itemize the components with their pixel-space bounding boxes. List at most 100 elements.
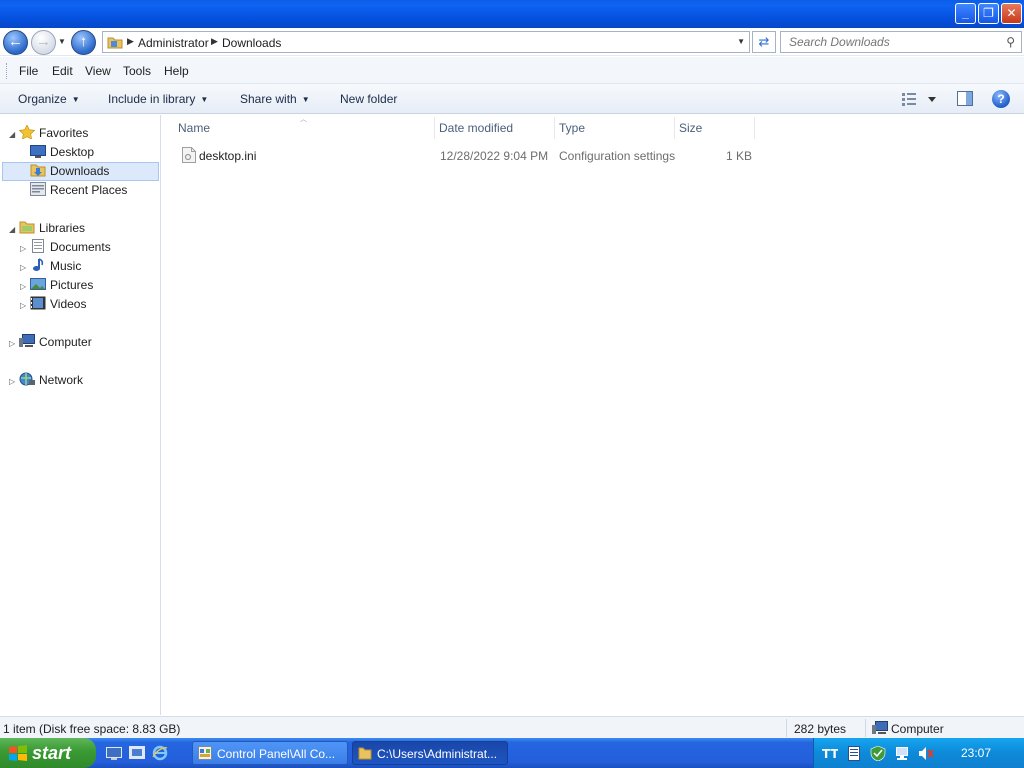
preview-pane-icon[interactable] (957, 91, 973, 106)
language-bar-icon[interactable]: TT (822, 746, 838, 761)
expanded-arrow-icon[interactable]: ◢ (9, 126, 19, 144)
expanded-arrow-icon[interactable]: ◢ (9, 221, 19, 239)
nav-music[interactable]: ▷ Music (20, 257, 81, 275)
organize-button[interactable]: Organize ▼ (18, 92, 80, 106)
new-folder-button[interactable]: New folder (340, 92, 397, 106)
breadcrumb-arrow-icon[interactable]: ▶ (211, 36, 218, 47)
menu-bar: File Edit View Tools Help (0, 57, 1024, 84)
breadcrumb-downloads[interactable]: Downloads (222, 36, 281, 50)
column-divider[interactable] (434, 117, 435, 139)
column-divider[interactable] (754, 117, 755, 139)
menu-file[interactable]: File (19, 64, 38, 78)
nav-downloads[interactable]: Downloads (30, 162, 109, 180)
show-desktop-icon[interactable] (106, 745, 122, 761)
status-bar: 1 item (Disk free space: 8.83 GB) 282 by… (0, 716, 1024, 738)
nav-downloads-label: Downloads (50, 164, 110, 178)
menu-view[interactable]: View (85, 64, 111, 78)
include-in-library-label: Include in library (108, 92, 196, 106)
taskbar-explorer-window[interactable]: C:\Users\Administrat... (352, 741, 508, 765)
breadcrumb-administrator[interactable]: Administrator (138, 36, 209, 50)
back-button[interactable]: ← (3, 30, 28, 55)
taskbar-control-panel[interactable]: Control Panel\All Co... (192, 741, 348, 765)
menu-edit[interactable]: Edit (52, 64, 73, 78)
recent-pages-dropdown[interactable]: ▼ (58, 37, 66, 46)
nav-documents-label: Documents (50, 240, 111, 254)
videos-icon (30, 296, 46, 310)
nav-libraries-label: Libraries (39, 221, 86, 235)
collapsed-arrow-icon[interactable]: ▷ (20, 240, 30, 258)
collapsed-arrow-icon[interactable]: ▷ (20, 259, 30, 277)
taskbar-control-panel-label: Control Panel\All Co... (217, 747, 336, 761)
desktop-icon (30, 144, 46, 158)
menu-help[interactable]: Help (164, 64, 189, 78)
collapsed-arrow-icon[interactable]: ▷ (9, 373, 19, 391)
status-item-count: 1 item (Disk free space: 8.83 GB) (3, 722, 181, 736)
volume-muted-icon[interactable] (918, 746, 934, 761)
view-options-button[interactable] (902, 92, 938, 106)
music-icon (30, 258, 46, 272)
column-header-name[interactable]: Name (178, 121, 210, 135)
nav-network[interactable]: ▷ Network (9, 371, 83, 389)
sort-indicator-icon: ︿ (300, 116, 307, 123)
menu-grip (6, 63, 8, 79)
documents-icon (30, 239, 46, 253)
nav-pictures[interactable]: ▷ Pictures (20, 276, 93, 294)
svg-text:TT: TT (822, 747, 838, 761)
collapsed-arrow-icon[interactable]: ▷ (20, 297, 30, 315)
libraries-icon (19, 220, 35, 234)
refresh-button[interactable]: ⇄ (752, 31, 776, 53)
minimize-button[interactable]: _ (955, 3, 976, 24)
column-header-date-modified[interactable]: Date modified (439, 121, 513, 135)
notepad-tray-icon[interactable] (846, 746, 862, 761)
nav-recent-places-label: Recent Places (50, 183, 128, 197)
start-button[interactable]: start (0, 738, 96, 768)
restore-button[interactable]: ❐ (978, 3, 999, 24)
command-bar: Organize ▼ Include in library ▼ Share with… (0, 84, 1024, 114)
column-divider[interactable] (674, 117, 675, 139)
address-history-dropdown[interactable]: ▼ (737, 37, 745, 46)
up-button[interactable]: ↑ (71, 30, 96, 55)
breadcrumb-arrow-icon[interactable]: ▶ (127, 36, 134, 47)
star-icon (19, 125, 35, 139)
column-header-type[interactable]: Type (559, 121, 585, 135)
help-button[interactable]: ? (992, 90, 1010, 108)
nav-desktop[interactable]: Desktop (30, 143, 94, 161)
collapsed-arrow-icon[interactable]: ▷ (9, 335, 19, 353)
share-with-label: Share with (240, 92, 297, 106)
nav-documents[interactable]: ▷ Documents (20, 238, 111, 256)
explorer-quicklaunch-icon[interactable] (129, 745, 145, 761)
collapsed-arrow-icon[interactable]: ▷ (20, 278, 30, 296)
chevron-down-icon: ▼ (301, 95, 310, 104)
network-tray-icon[interactable] (894, 746, 910, 761)
column-header-size[interactable]: Size (679, 121, 702, 135)
include-in-library-button[interactable]: Include in library ▼ (108, 92, 208, 106)
menu-tools[interactable]: Tools (123, 64, 151, 78)
title-bar: _ ❐ ✕ (0, 0, 1024, 28)
clock[interactable]: 23:07 (961, 746, 991, 760)
search-input[interactable] (789, 33, 999, 51)
start-label: start (32, 743, 72, 763)
organize-label: Organize (18, 92, 67, 106)
file-date-modified: 12/28/2022 9:04 PM (440, 149, 549, 163)
share-with-button[interactable]: Share with ▼ (240, 92, 310, 106)
internet-explorer-icon[interactable] (152, 745, 168, 761)
control-panel-icon (198, 746, 212, 760)
status-divider (786, 719, 787, 737)
nav-computer[interactable]: ▷ Computer (9, 333, 92, 351)
taskbar: start Control Panel\All Co... C:\Users\A… (0, 738, 1024, 768)
computer-icon (19, 334, 35, 348)
table-row[interactable]: desktop.ini 12/28/2022 9:04 PM Configura… (162, 143, 762, 165)
close-button[interactable]: ✕ (1001, 3, 1022, 24)
system-tray: TT 23:07 (813, 738, 1024, 768)
security-shield-icon[interactable] (870, 746, 886, 761)
settings-file-icon (182, 147, 196, 163)
address-bar[interactable]: ▶ Administrator ▶ Downloads ▼ (102, 31, 750, 53)
status-location: Computer (891, 722, 944, 736)
nav-libraries[interactable]: ◢ Libraries (9, 219, 85, 237)
nav-recent-places[interactable]: Recent Places (30, 181, 127, 199)
forward-button[interactable]: → (31, 30, 56, 55)
search-icon[interactable]: ⚲ (1006, 35, 1015, 49)
nav-videos[interactable]: ▷ Videos (20, 295, 86, 313)
column-divider[interactable] (554, 117, 555, 139)
nav-favorites[interactable]: ◢ Favorites (9, 124, 88, 142)
